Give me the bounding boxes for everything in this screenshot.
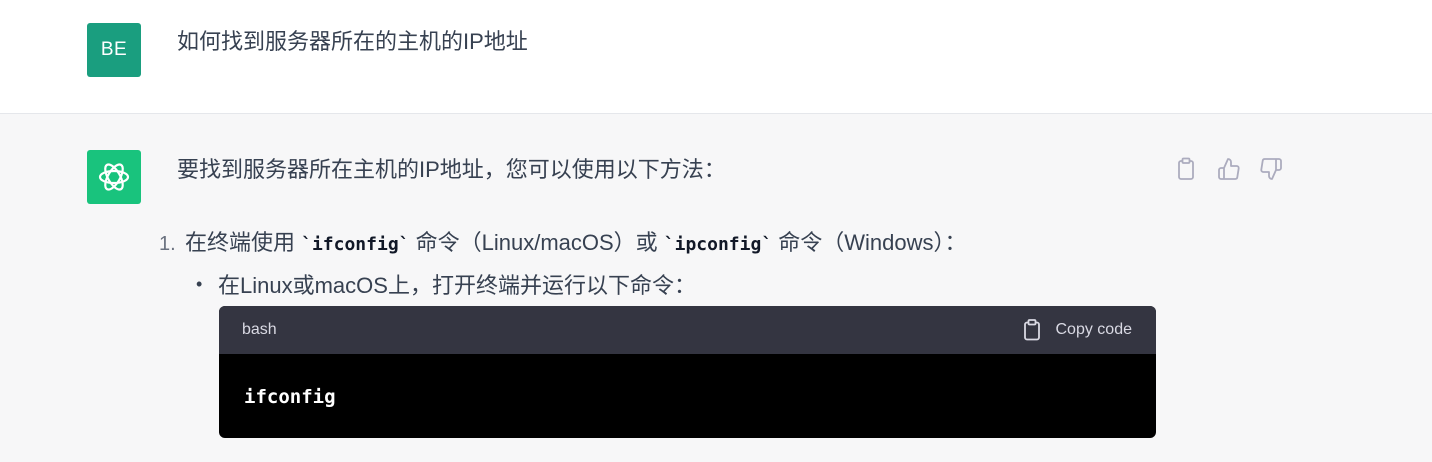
code-language-label: bash [242,321,277,338]
copy-code-button[interactable]: Copy code [1023,319,1133,341]
assistant-avatar [87,150,141,204]
inline-code-ifconfig: `ifconfig` [301,234,410,255]
thumbs-up-icon [1218,158,1240,180]
list-item-text-middle: 命令（Linux/macOS）或 [409,230,664,255]
sub-list-item: • 在Linux或macOS上，打开终端并运行以下命令： [196,271,696,302]
openai-logo-icon [98,163,130,191]
list-item-text-before: 在终端使用 [185,230,302,255]
sub-list-item-text: 在Linux或macOS上，打开终端并运行以下命令： [218,273,696,298]
bullet-point: • [196,274,203,294]
user-message-row: BE 如何找到服务器所在的主机的IP地址 [0,0,1432,114]
thumbs-down-icon [1260,158,1282,180]
thumbs-down-button[interactable] [1256,154,1284,184]
inline-code-ipconfig: `ipconfig` [663,234,773,255]
clipboard-icon [1178,157,1194,180]
assistant-message-row: 要找到服务器所在主机的IP地址，您可以使用以下方法： 1. 在终端使用 `ifco… [0,114,1432,462]
copy-message-button[interactable] [1172,154,1200,184]
code-block-header: bash Copy code [219,306,1156,354]
list-item-number: 1. [159,233,176,255]
thumbs-up-button[interactable] [1214,154,1242,184]
user-avatar: BE [87,23,141,77]
code-block: bash Copy code ifconfig [219,306,1156,438]
clipboard-icon [1023,319,1040,341]
list-item: 1. 在终端使用 `ifconfig` 命令（Linux/macOS）或 `ipc… [159,228,967,260]
code-content: ifconfig [244,386,336,408]
list-item-text-after: 命令（Windows）： [772,230,967,255]
copy-code-label: Copy code [1055,321,1133,338]
assistant-intro-text: 要找到服务器所在主机的IP地址，您可以使用以下方法： [177,157,726,182]
user-message-text: 如何找到服务器所在的主机的IP地址 [177,29,528,54]
